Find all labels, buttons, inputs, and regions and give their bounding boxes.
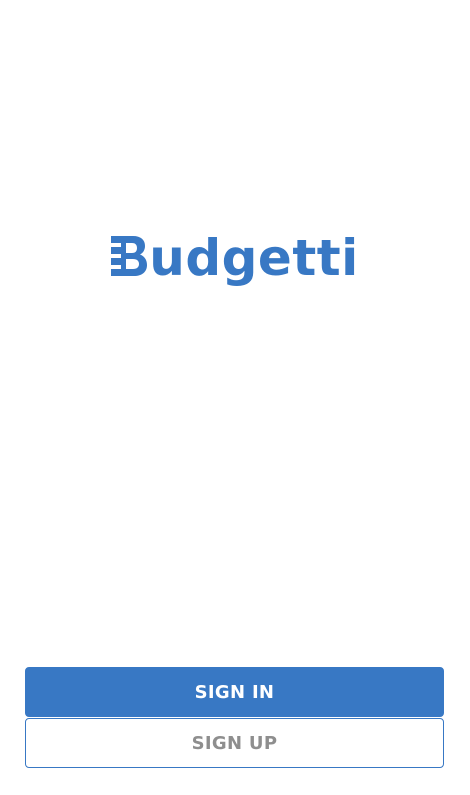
logo-text: udgetti — [149, 229, 359, 287]
welcome-screen: udgetti SIGN IN SIGN UP — [0, 0, 470, 795]
budgetti-b-logo-icon — [111, 236, 148, 276]
sign-in-label: SIGN IN — [194, 681, 275, 703]
app-logo: udgetti — [0, 226, 470, 290]
sign-up-button[interactable]: SIGN UP — [25, 718, 444, 768]
logo-wordmark: udgetti — [111, 233, 359, 283]
sign-in-button[interactable]: SIGN IN — [25, 667, 444, 717]
sign-up-label: SIGN UP — [191, 732, 278, 754]
